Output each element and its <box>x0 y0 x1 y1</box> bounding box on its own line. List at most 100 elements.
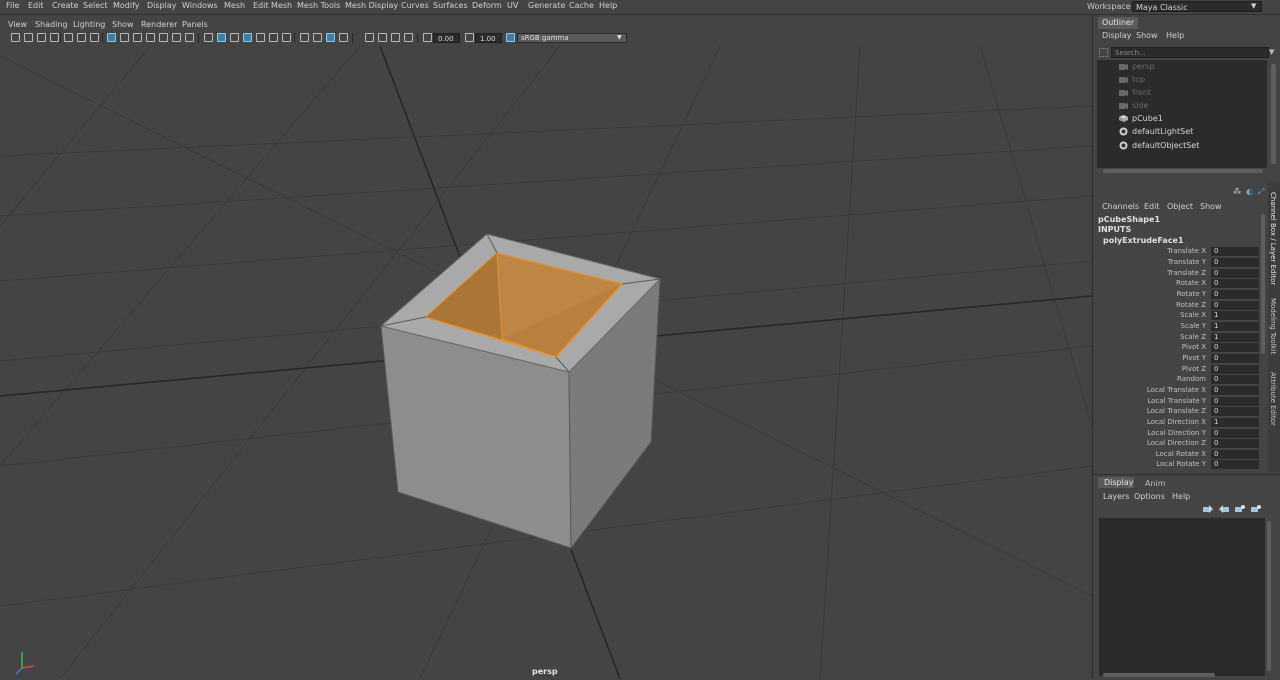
safe-action-icon[interactable] <box>146 33 155 42</box>
menu-mesh-display[interactable]: Mesh Display <box>345 1 398 10</box>
panel-menu-lighting[interactable]: Lighting <box>73 20 105 29</box>
select-camera-icon[interactable] <box>11 33 20 42</box>
grid-toggle-icon[interactable] <box>64 33 73 42</box>
attr-pivot-y-value[interactable]: 0 <box>1211 354 1259 363</box>
panel-menu-shading[interactable]: Shading <box>35 20 68 29</box>
channel-object-menu[interactable]: Object <box>1167 202 1193 211</box>
panel-menu-show[interactable]: Show <box>112 20 134 29</box>
attr-local-translate-y-value[interactable]: 0 <box>1211 397 1259 406</box>
menu-mesh-tools[interactable]: Mesh Tools <box>297 1 340 10</box>
bookmark-icon[interactable] <box>37 33 46 42</box>
attr-random-value[interactable]: 0 <box>1211 375 1259 384</box>
attr-rotate-x-value[interactable]: 0 <box>1211 279 1259 288</box>
layer-list-horizontal-scrollbar[interactable] <box>1103 673 1215 677</box>
outliner-search-input[interactable]: Search... <box>1111 47 1269 58</box>
attr-local-translate-x-value[interactable]: 0 <box>1211 386 1259 395</box>
attr-translate-z-value[interactable]: 0 <box>1211 269 1259 278</box>
panel-menu-view[interactable]: View <box>8 20 27 29</box>
chevron-down-icon[interactable]: ▼ <box>1251 2 1256 10</box>
menu-modify[interactable]: Modify <box>113 1 140 10</box>
viewport-canvas[interactable] <box>0 46 1092 679</box>
attr-local-direction-x-value[interactable]: 1 <box>1211 418 1259 427</box>
layer-help-menu[interactable]: Help <box>1172 492 1190 501</box>
attr-translate-y-value[interactable]: 0 <box>1211 258 1259 267</box>
menu-file[interactable]: File <box>6 1 19 10</box>
resolution-gate-icon[interactable] <box>90 33 99 42</box>
move-layer-up-icon[interactable] <box>1203 505 1213 513</box>
layers-menu[interactable]: Layers <box>1103 492 1129 501</box>
menu-curves[interactable]: Curves <box>401 1 429 10</box>
layout-icon[interactable]: ◐ <box>1246 187 1253 196</box>
image-plane-icon[interactable] <box>50 33 59 42</box>
xray-icon[interactable] <box>365 33 374 42</box>
attr-rotate-y-value[interactable]: 0 <box>1211 290 1259 299</box>
attr-local-direction-z-value[interactable]: 0 <box>1211 439 1259 448</box>
channels-menu[interactable]: Channels <box>1102 202 1139 211</box>
tab-outliner[interactable]: Outliner <box>1098 17 1138 29</box>
channel-box-scrollbar[interactable] <box>1261 214 1265 354</box>
outliner-menu-help[interactable]: Help <box>1166 31 1184 40</box>
menu-select[interactable]: Select <box>83 1 108 10</box>
menu-cache[interactable]: Cache <box>569 1 594 10</box>
menu-edit[interactable]: Edit <box>28 1 44 10</box>
move-layer-down-icon[interactable] <box>1219 505 1229 513</box>
menu-help[interactable]: Help <box>599 1 617 10</box>
color-management-icon[interactable] <box>506 33 515 42</box>
depth-of-field-icon[interactable] <box>339 33 348 42</box>
tab-anim[interactable]: Anim <box>1145 479 1166 488</box>
camera-attributes-icon[interactable] <box>24 33 33 42</box>
color-space-select[interactable]: sRGB gamma <box>517 33 627 43</box>
menu-create[interactable]: Create <box>52 1 79 10</box>
attr-local-translate-z-value[interactable]: 0 <box>1211 407 1259 416</box>
smooth-shade-icon[interactable] <box>217 33 226 42</box>
menu-mesh[interactable]: Mesh <box>224 1 245 10</box>
wireframe-icon[interactable] <box>204 33 213 42</box>
motion-blur-icon[interactable] <box>313 33 322 42</box>
panel-menu-panels[interactable]: Panels <box>182 20 208 29</box>
tab-attribute-editor[interactable]: Attribute Editor <box>1269 372 1277 426</box>
cube-mesh[interactable] <box>379 233 661 550</box>
attr-scale-y-value[interactable]: 1 <box>1211 322 1259 331</box>
attr-pivot-x-value[interactable]: 0 <box>1211 343 1259 352</box>
new-empty-layer-icon[interactable] <box>1235 505 1245 513</box>
grid-icon[interactable] <box>107 33 116 42</box>
menu-surfaces[interactable]: Surfaces <box>433 1 468 10</box>
exposure-icon[interactable] <box>423 33 432 42</box>
gamma-input[interactable]: 1.00 <box>475 33 502 43</box>
use-all-lights-icon[interactable] <box>256 33 265 42</box>
tab-channel-box-layer-editor[interactable]: Channel Box / Layer Editor <box>1269 192 1277 285</box>
grease-pencil-icon[interactable] <box>185 33 194 42</box>
safe-title-icon[interactable] <box>159 33 168 42</box>
exposure-input[interactable]: 0.00 <box>433 33 460 43</box>
chevron-down-icon[interactable]: ▼ <box>617 34 622 41</box>
layer-options-menu[interactable]: Options <box>1134 492 1165 501</box>
attr-pivot-z-value[interactable]: 0 <box>1211 365 1259 374</box>
pan-zoom-icon[interactable] <box>172 33 181 42</box>
expand-icon[interactable]: ⤢ <box>1258 187 1264 197</box>
attr-translate-x-value[interactable]: 0 <box>1211 247 1259 256</box>
field-chart-icon[interactable] <box>133 33 142 42</box>
channel-show-menu[interactable]: Show <box>1200 202 1222 211</box>
input-node-name[interactable]: polyExtrudeFace1 <box>1103 236 1184 245</box>
gamma-icon[interactable] <box>465 33 474 42</box>
attribute-filter-icon[interactable]: ⁂ <box>1233 187 1241 196</box>
anti-aliasing-icon[interactable] <box>326 33 335 42</box>
attr-local-direction-y-value[interactable]: 0 <box>1211 429 1259 438</box>
panel-menu-renderer[interactable]: Renderer <box>141 20 178 29</box>
menu-display[interactable]: Display <box>147 1 177 10</box>
new-layer-from-selection-icon[interactable] <box>1251 505 1261 513</box>
attr-local-rotate-x-value[interactable]: 0 <box>1211 450 1259 459</box>
menu-deform[interactable]: Deform <box>472 1 502 10</box>
outliner-horizontal-scrollbar[interactable] <box>1103 169 1263 173</box>
ambient-occlusion-icon[interactable] <box>300 33 309 42</box>
backface-culling-icon[interactable] <box>404 33 413 42</box>
attr-rotate-z-value[interactable]: 0 <box>1211 301 1259 310</box>
attr-scale-z-value[interactable]: 1 <box>1211 333 1259 342</box>
wireframe-on-shaded-icon[interactable] <box>230 33 239 42</box>
menu-uv[interactable]: UV <box>507 1 518 10</box>
selected-object-name[interactable]: pCubeShape1 <box>1098 215 1160 224</box>
chevron-down-icon[interactable]: ▼ <box>1269 48 1274 56</box>
attr-local-rotate-y-value[interactable]: 0 <box>1211 460 1259 469</box>
menu-windows[interactable]: Windows <box>182 1 218 10</box>
layer-list-scrollbar[interactable] <box>1267 521 1271 671</box>
